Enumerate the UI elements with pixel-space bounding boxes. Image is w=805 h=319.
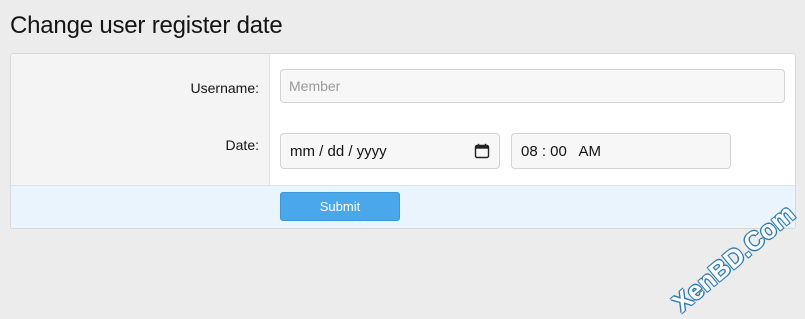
date-label: Date: xyxy=(225,137,259,153)
label-column xyxy=(11,54,270,185)
form-footer: Submit xyxy=(11,185,795,228)
form-panel: Username: Date: mm / dd / yyyy 08 : 00 A… xyxy=(10,53,796,229)
page-title: Change user register date xyxy=(10,12,283,39)
username-label: Username: xyxy=(190,80,259,96)
submit-button[interactable]: Submit xyxy=(280,192,400,221)
calendar-icon[interactable] xyxy=(474,143,490,159)
time-input[interactable]: 08 : 00 AM xyxy=(511,133,731,169)
date-input[interactable]: mm / dd / yyyy xyxy=(280,133,500,169)
username-input[interactable] xyxy=(280,69,785,103)
time-value: 08 : 00 AM xyxy=(521,142,602,160)
date-value: mm / dd / yyyy xyxy=(290,142,387,160)
